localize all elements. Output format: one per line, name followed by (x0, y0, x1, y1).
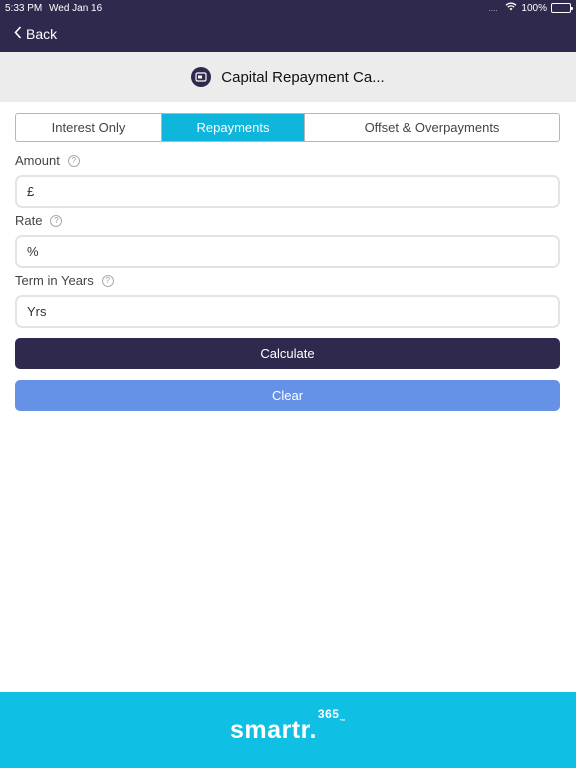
help-icon[interactable]: ? (50, 214, 63, 227)
tab-offset-overpayments[interactable]: Offset & Overpayments (305, 114, 559, 141)
amount-field[interactable]: £ (15, 175, 560, 208)
amount-label-row: Amount ? (15, 153, 80, 168)
back-label: Back (26, 26, 58, 42)
tab-interest-only[interactable]: Interest Only (16, 114, 162, 141)
page-title: Capital Repayment Ca... (221, 68, 385, 86)
back-button[interactable]: Back (14, 26, 57, 42)
footer-banner: smartr.365™ (0, 692, 576, 768)
percent-prefix: % (27, 244, 39, 259)
wifi-icon (505, 2, 517, 14)
brand-suffix: 365 (317, 707, 340, 722)
status-date: Wed Jan 16 (49, 3, 103, 14)
help-icon[interactable]: ? (67, 154, 80, 167)
brand-name: smartr. (230, 715, 317, 744)
rate-label-row: Rate ? (15, 213, 63, 228)
status-bar: 5:33 PM Wed Jan 16 .... 100% (0, 0, 576, 18)
rate-field[interactable]: % (15, 235, 560, 268)
signal-icon: .... (488, 3, 498, 13)
rate-input[interactable] (44, 237, 558, 266)
currency-prefix: £ (27, 184, 35, 199)
rate-label: Rate (15, 213, 43, 228)
brand-logo: smartr.365™ (230, 707, 346, 745)
battery-icon (551, 3, 573, 13)
calculator-type-tabs: Interest Only Repayments Offset & Overpa… (15, 113, 560, 142)
help-icon[interactable]: ? (101, 274, 114, 287)
term-label: Term in Years (15, 273, 94, 288)
clear-button[interactable]: Clear (15, 380, 560, 411)
amount-label: Amount (15, 153, 60, 168)
status-time: 5:33 PM (5, 3, 43, 14)
title-bar: Capital Repayment Ca... (0, 52, 576, 102)
tab-repayments[interactable]: Repayments (162, 114, 305, 141)
trademark-mark: ™ (339, 718, 346, 725)
status-right: .... 100% (488, 2, 573, 14)
term-label-row: Term in Years ? (15, 273, 114, 288)
term-field[interactable] (15, 295, 560, 328)
term-input[interactable] (27, 297, 558, 326)
calculator-icon (191, 67, 212, 87)
navigation-bar: Back (0, 18, 576, 52)
chevron-left-icon (14, 26, 22, 42)
amount-input[interactable] (40, 177, 558, 206)
calculate-button[interactable]: Calculate (15, 338, 560, 369)
battery-percent: 100% (521, 2, 547, 14)
